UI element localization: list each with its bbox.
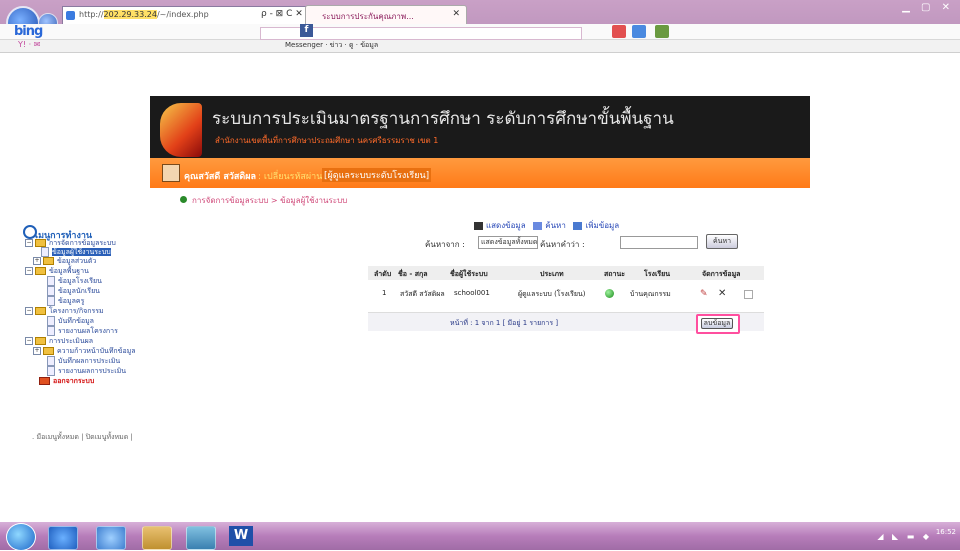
col-school: โรงเรียน: [644, 270, 670, 278]
edit-icon: [533, 221, 543, 230]
page-icon: [47, 326, 55, 336]
table-header: ลำดับ ชื่อ - สกุล ชื่อผู้ใช้ระบบ ประเภท …: [368, 266, 764, 280]
folder-icon: [35, 267, 46, 275]
table-footer: หน้าที่ : 1 จาก 1 [ มีอยู่ 1 รายการ ] ลบ…: [368, 312, 764, 334]
cell-type: ผู้ดูแลระบบ (โรงเรียน): [518, 290, 586, 298]
site-logo: [160, 103, 202, 157]
breadcrumb-icon: [180, 196, 187, 203]
page-icon: [47, 316, 55, 326]
search-by-label: ค้นหาจาก :: [425, 240, 465, 249]
search-button[interactable]: ค้นหา: [706, 234, 738, 249]
search-input[interactable]: [620, 236, 698, 249]
folder-icon: [35, 307, 46, 315]
favorites-bar: Y! · ✉ Messenger · ข่าว · ดู · ข้อมูล: [0, 40, 960, 53]
delete-x-icon[interactable]: ✕: [718, 288, 726, 299]
share-icon[interactable]: [655, 25, 669, 38]
pencil-icon[interactable]: ✎: [700, 289, 708, 299]
col-name: ชื่อ - สกุล: [398, 270, 428, 278]
start-button[interactable]: [6, 523, 36, 551]
bing-logo: bing: [14, 24, 43, 39]
search-link[interactable]: ค้นหา: [545, 221, 566, 230]
collapse-icon[interactable]: −: [25, 337, 33, 345]
logout-icon: [39, 377, 50, 385]
breadcrumb[interactable]: การจัดการข้อมูลระบบ > ข้อมูลผู้ใช้งานระบ…: [192, 194, 347, 207]
delete-selected-button[interactable]: ลบข้อมูล: [701, 318, 733, 329]
mail-icon[interactable]: [612, 25, 626, 38]
search-term-label: ค้นหาคำว่า :: [540, 240, 585, 249]
close-icon[interactable]: ✕: [452, 9, 460, 19]
cell-school: บ้านคุณกรรม: [630, 290, 671, 298]
user-name: คุณสวัสดี สวัสดิผล: [184, 172, 257, 182]
main-toolbar: แสดงข้อมูล ค้นหา เพิ่มข้อมูล: [474, 219, 619, 232]
collapse-icon[interactable]: −: [25, 267, 33, 275]
show-all-link[interactable]: แสดงข้อมูล: [486, 221, 526, 230]
delete-button-highlight: ลบข้อมูล: [696, 314, 740, 334]
clock[interactable]: 16:52: [936, 528, 956, 536]
list-icon: [474, 221, 483, 230]
collapse-icon[interactable]: −: [25, 239, 33, 247]
sidebar-expand-collapse-links[interactable]: . มือเมนูทั้งหมด | ปิดเมนูทั้งหมด |: [32, 432, 133, 443]
status-active-icon: [605, 289, 614, 298]
ie-taskbar-icon[interactable]: [48, 526, 78, 550]
tab-title: ระบบการประกันคุณภาพ...: [322, 12, 414, 21]
folder-icon: [35, 239, 46, 247]
page-icon: [47, 286, 55, 296]
word-taskbar-icon[interactable]: W: [229, 526, 253, 546]
col-manage: จัดการข้อมูล: [702, 270, 741, 278]
pagination: หน้าที่ : 1 จาก 1 [ มีอยู่ 1 รายการ ]: [450, 319, 559, 327]
collapse-icon[interactable]: −: [25, 307, 33, 315]
media-taskbar-icon[interactable]: [186, 526, 216, 550]
address-host: 202.29.33.24: [103, 10, 157, 19]
site-title: ระบบการประเมินมาตรฐานการศึกษา ระดับการศึ…: [212, 109, 674, 129]
window-controls[interactable]: ▁ ▢ ✕: [902, 2, 954, 13]
col-no: ลำดับ: [374, 270, 392, 278]
sidebar-item-logout[interactable]: ออกจากระบบ: [39, 376, 94, 387]
user-avatar-icon: [162, 164, 180, 182]
yahoo-toolbar[interactable]: Y! · ✉: [18, 40, 40, 49]
change-password-link[interactable]: : เปลี่ยนรหัสผ่าน: [258, 169, 322, 183]
explorer-taskbar-icon[interactable]: [96, 526, 126, 550]
address-url[interactable]: http://202.29.33.24/~/index.php: [79, 10, 209, 19]
facebook-icon[interactable]: f: [300, 24, 313, 37]
users-table: ลำดับ ชื่อ - สกุล ชื่อผู้ใช้ระบบ ประเภท …: [368, 266, 764, 336]
col-username: ชื่อผู้ใช้ระบบ: [450, 270, 488, 278]
row-checkbox[interactable]: [744, 290, 753, 299]
site-subtitle: สำนักงานเขตพื้นที่การศึกษาประถมศึกษา นคร…: [215, 136, 439, 145]
site-icon: [66, 11, 75, 20]
messenger-toolbar[interactable]: Messenger · ข่าว · ดู · ข้อมูล: [285, 40, 378, 51]
folder-taskbar-icon[interactable]: [142, 526, 172, 550]
add-icon: [573, 221, 583, 230]
user-role: [ผู้ดูแลระบบระดับโรงเรียน]: [322, 168, 432, 182]
expand-icon[interactable]: +: [33, 257, 41, 265]
cell-name: สวัสดี สวัสดิผล: [400, 290, 445, 298]
folder-icon: [43, 257, 54, 265]
col-type: ประเภท: [540, 270, 564, 278]
page-icon: [47, 366, 55, 376]
page-icon: [47, 276, 55, 286]
cell-username: school001: [454, 289, 490, 297]
expand-icon[interactable]: +: [33, 347, 41, 355]
system-tray-icons[interactable]: ◢ ◣ ▬ ◆: [877, 532, 932, 541]
folder-icon: [43, 347, 54, 355]
page-icon: [47, 296, 55, 306]
address-controls[interactable]: ρ - ⊠ C ✕: [261, 9, 303, 19]
cell-no: 1: [382, 289, 387, 297]
folder-icon: [35, 337, 46, 345]
col-status: สถานะ: [604, 270, 625, 278]
page-icon: [47, 356, 55, 366]
like-icon[interactable]: [632, 25, 646, 38]
add-link[interactable]: เพิ่มข้อมูล: [585, 221, 619, 230]
search-field-select[interactable]: แสดงข้อมูลทั้งหมด: [478, 236, 538, 249]
